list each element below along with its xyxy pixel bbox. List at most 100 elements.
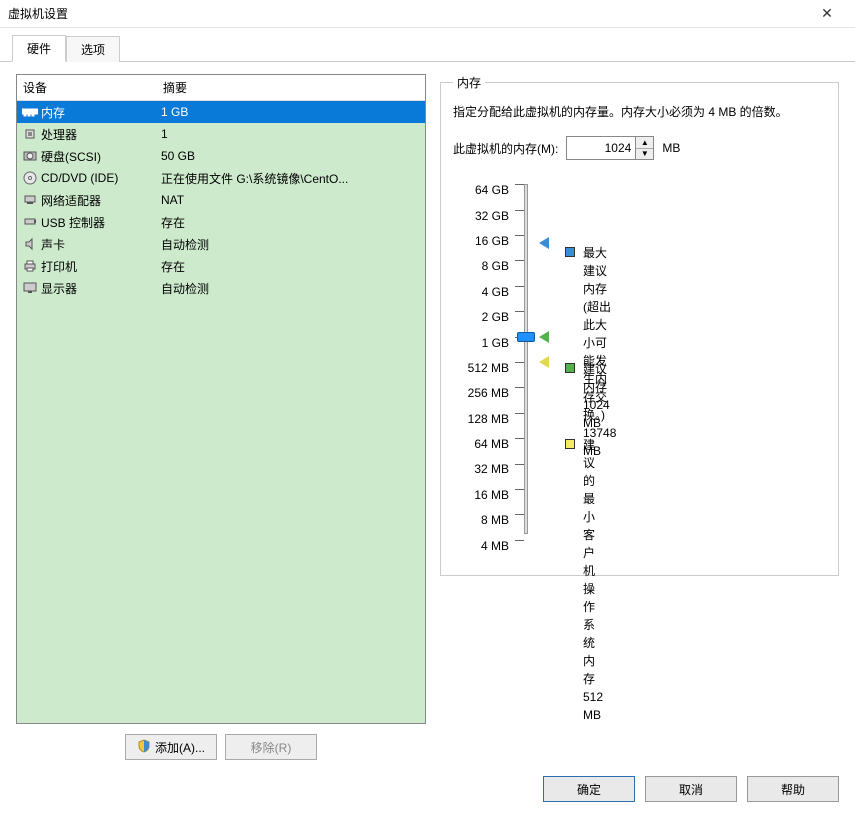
tab-options[interactable]: 选项 — [66, 36, 120, 62]
device-name: CD/DVD (IDE) — [41, 171, 118, 185]
window-title: 虚拟机设置 — [8, 5, 807, 22]
device-summary: 自动检测 — [161, 236, 419, 253]
device-name: 显示器 — [41, 280, 77, 297]
main-panel: 设备 摘要 内存1 GB处理器1硬盘(SCSI)50 GBCD/DVD (IDE… — [0, 62, 855, 768]
close-icon[interactable]: ✕ — [807, 5, 847, 22]
table-row[interactable]: 显示器 自动检测 — [17, 277, 425, 299]
disk-icon — [21, 148, 39, 164]
tab-hardware[interactable]: 硬件 — [12, 35, 66, 62]
help-button[interactable]: 帮助 — [747, 776, 839, 802]
slider-tick-label: 32 MB — [453, 457, 509, 482]
device-name: 内存 — [41, 104, 65, 121]
table-row[interactable]: 网络适配器 NAT — [17, 189, 425, 211]
printer-icon — [21, 258, 39, 274]
device-summary: NAT — [161, 193, 419, 207]
device-table-wrap: 设备 摘要 内存1 GB处理器1硬盘(SCSI)50 GBCD/DVD (IDE… — [16, 74, 426, 760]
table-row[interactable]: 硬盘(SCSI)50 GB — [17, 145, 425, 167]
slider-track — [524, 184, 528, 534]
shield-icon — [137, 739, 151, 756]
table-row[interactable]: 处理器1 — [17, 123, 425, 145]
slider-handle-icon[interactable] — [517, 332, 535, 342]
device-summary: 正在使用文件 G:\系统镜像\CentO... — [161, 170, 419, 187]
legend-box-yellow-icon — [565, 439, 575, 449]
device-name: 声卡 — [41, 236, 65, 253]
slider-tick-label: 64 MB — [453, 432, 509, 457]
ok-button[interactable]: 确定 — [543, 776, 635, 802]
device-table-body: 内存 1 GB 处理器1硬盘(SCSI)50 GB CD/DVD (IDE) 正在使用文… — [17, 101, 425, 299]
legend-title: 最大建议内存 — [583, 244, 616, 298]
legend-box-blue-icon — [565, 247, 575, 257]
memory-unit: MB — [662, 141, 680, 155]
slider-tick-label: 64 GB — [453, 178, 509, 203]
device-actions: 添加(A)... 移除(R) — [16, 734, 426, 760]
device-summary: 50 GB — [161, 149, 419, 163]
slider-tick-label: 128 MB — [453, 407, 509, 432]
slider-pointers — [537, 178, 555, 538]
pointer-yellow-icon — [539, 356, 549, 368]
device-summary: 自动检测 — [161, 280, 419, 297]
legend-box-green-icon — [565, 363, 575, 373]
memory-spinner[interactable]: ▲ ▼ — [566, 136, 654, 160]
dialog-buttons: 确定 取消 帮助 — [0, 768, 855, 814]
slider-tick-label: 16 GB — [453, 229, 509, 254]
sound-icon — [21, 236, 39, 252]
slider-tick-label: 8 GB — [453, 254, 509, 279]
titlebar: 虚拟机设置 ✕ — [0, 0, 855, 28]
cd-icon — [21, 170, 39, 186]
memory-detail: 内存 指定分配给此虚拟机的内存量。内存大小必须为 4 MB 的倍数。 此虚拟机的… — [440, 74, 839, 760]
device-summary: 1 GB — [161, 105, 419, 119]
memory-slider-area: 64 GB32 GB16 GB8 GB4 GB2 GB1 GB512 MB256… — [453, 178, 826, 559]
header-device[interactable]: 设备 — [23, 79, 163, 96]
memory-input[interactable] — [567, 137, 635, 159]
spinner-down-icon[interactable]: ▼ — [636, 149, 653, 160]
usb-icon — [21, 214, 39, 230]
memory-groupbox: 内存 指定分配给此虚拟机的内存量。内存大小必须为 4 MB 的倍数。 此虚拟机的… — [440, 74, 839, 576]
slider-tick-label: 8 MB — [453, 508, 509, 533]
table-row[interactable]: 声卡 自动检测 — [17, 233, 425, 255]
legend-title: 建议内存 — [583, 360, 610, 396]
legend-entry: 建议内存1024 MB — [565, 360, 610, 432]
spinner-up-icon[interactable]: ▲ — [636, 137, 653, 149]
slider-tick-label: 4 GB — [453, 280, 509, 305]
device-name: 打印机 — [41, 258, 77, 275]
device-summary: 1 — [161, 127, 419, 141]
memory-slider[interactable] — [515, 178, 537, 538]
legend-title: 建议的最小客户机操作系统内存 — [583, 436, 603, 688]
table-row[interactable]: 打印机 存在 — [17, 255, 425, 277]
spinner-buttons: ▲ ▼ — [635, 137, 653, 159]
display-icon — [21, 280, 39, 296]
add-button-label: 添加(A)... — [155, 739, 205, 756]
slider-tick-label: 2 GB — [453, 305, 509, 330]
table-row[interactable]: USB 控制器存在 — [17, 211, 425, 233]
table-row[interactable]: CD/DVD (IDE) 正在使用文件 G:\系统镜像\CentO... — [17, 167, 425, 189]
add-button[interactable]: 添加(A)... — [125, 734, 217, 760]
network-icon — [21, 192, 39, 208]
header-summary[interactable]: 摘要 — [163, 79, 419, 96]
device-summary: 存在 — [161, 258, 419, 275]
pointer-green-icon — [539, 331, 549, 343]
memory-field-label: 此虚拟机的内存(M): — [453, 140, 558, 157]
legend-value: 512 MB — [583, 688, 603, 724]
slider-tick-label: 4 MB — [453, 534, 509, 559]
slider-tick-label: 16 MB — [453, 483, 509, 508]
device-table-header: 设备 摘要 — [17, 75, 425, 101]
pointer-blue-icon — [539, 237, 549, 249]
memory-group-title: 内存 — [453, 74, 485, 91]
memory-icon — [21, 104, 39, 120]
remove-button: 移除(R) — [225, 734, 317, 760]
tab-bar: 硬件 选项 — [12, 34, 855, 62]
memory-field-row: 此虚拟机的内存(M): ▲ ▼ MB — [453, 136, 826, 160]
slider-tick-label: 512 MB — [453, 356, 509, 381]
device-name: USB 控制器 — [41, 214, 105, 231]
memory-legend: 最大建议内存(超出此大小可能发生内存交换。)13748 MB建议内存1024 M… — [555, 178, 565, 538]
table-row[interactable]: 内存 1 GB — [17, 101, 425, 123]
cancel-button[interactable]: 取消 — [645, 776, 737, 802]
device-table: 设备 摘要 内存1 GB处理器1硬盘(SCSI)50 GBCD/DVD (IDE… — [16, 74, 426, 724]
slider-tick-label: 256 MB — [453, 381, 509, 406]
legend-entry: 建议的最小客户机操作系统内存512 MB — [565, 436, 603, 724]
remove-button-label: 移除(R) — [251, 739, 292, 756]
legend-info: 建议内存1024 MB — [583, 360, 610, 432]
device-name: 网络适配器 — [41, 192, 101, 209]
slider-tick-labels: 64 GB32 GB16 GB8 GB4 GB2 GB1 GB512 MB256… — [453, 178, 515, 559]
slider-tick-label: 32 GB — [453, 204, 509, 229]
